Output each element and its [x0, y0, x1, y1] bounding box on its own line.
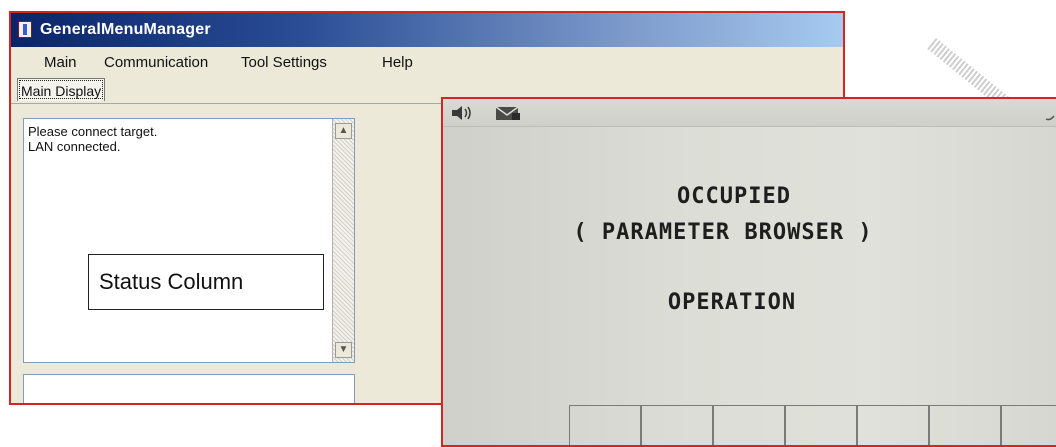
mail-icon: [495, 106, 520, 120]
softkey[interactable]: [713, 405, 785, 445]
menu-tool-settings[interactable]: Tool Settings: [241, 54, 327, 71]
corner-icon: [1045, 115, 1055, 121]
pendant-status-bar: [443, 99, 1056, 127]
menu-bar: Main Communication Tool Settings Help: [11, 47, 843, 77]
window-title: GeneralMenuManager: [40, 21, 211, 38]
softkey[interactable]: [857, 405, 929, 445]
status-scrollbar[interactable]: ▲ ▼: [332, 119, 354, 362]
softkey[interactable]: [785, 405, 857, 445]
menu-communication[interactable]: Communication: [104, 54, 208, 71]
softkey[interactable]: [1001, 405, 1056, 445]
scroll-up-button[interactable]: ▲: [335, 123, 352, 139]
softkey[interactable]: [641, 405, 713, 445]
status-line: LAN connected.: [28, 139, 121, 154]
status-text: Please connect target. LAN connected.: [28, 124, 157, 154]
status-column: Please connect target. LAN connected. ▲ …: [23, 118, 355, 363]
status-line: Please connect target.: [28, 124, 158, 139]
pendant-occupied-text: OCCUPIED: [677, 184, 791, 209]
tab-main-display[interactable]: Main Display: [17, 78, 106, 101]
speaker-icon: [452, 106, 471, 120]
title-bar[interactable]: GeneralMenuManager: [11, 13, 843, 47]
pendant-parameter-browser-text: ( PARAMETER BROWSER ): [573, 220, 873, 245]
lower-text-box[interactable]: [23, 374, 355, 403]
menu-main[interactable]: Main: [44, 54, 77, 71]
pendant-screen-photo: OCCUPIED ( PARAMETER BROWSER ) OPERATION: [441, 97, 1056, 447]
status-column-callout: Status Column: [88, 254, 324, 310]
softkey[interactable]: [569, 405, 641, 445]
softkey[interactable]: [929, 405, 1001, 445]
app-icon: [18, 21, 32, 38]
menu-help[interactable]: Help: [382, 54, 413, 71]
scroll-down-button[interactable]: ▼: [335, 342, 352, 358]
pendant-operation-text: OPERATION: [667, 290, 797, 315]
